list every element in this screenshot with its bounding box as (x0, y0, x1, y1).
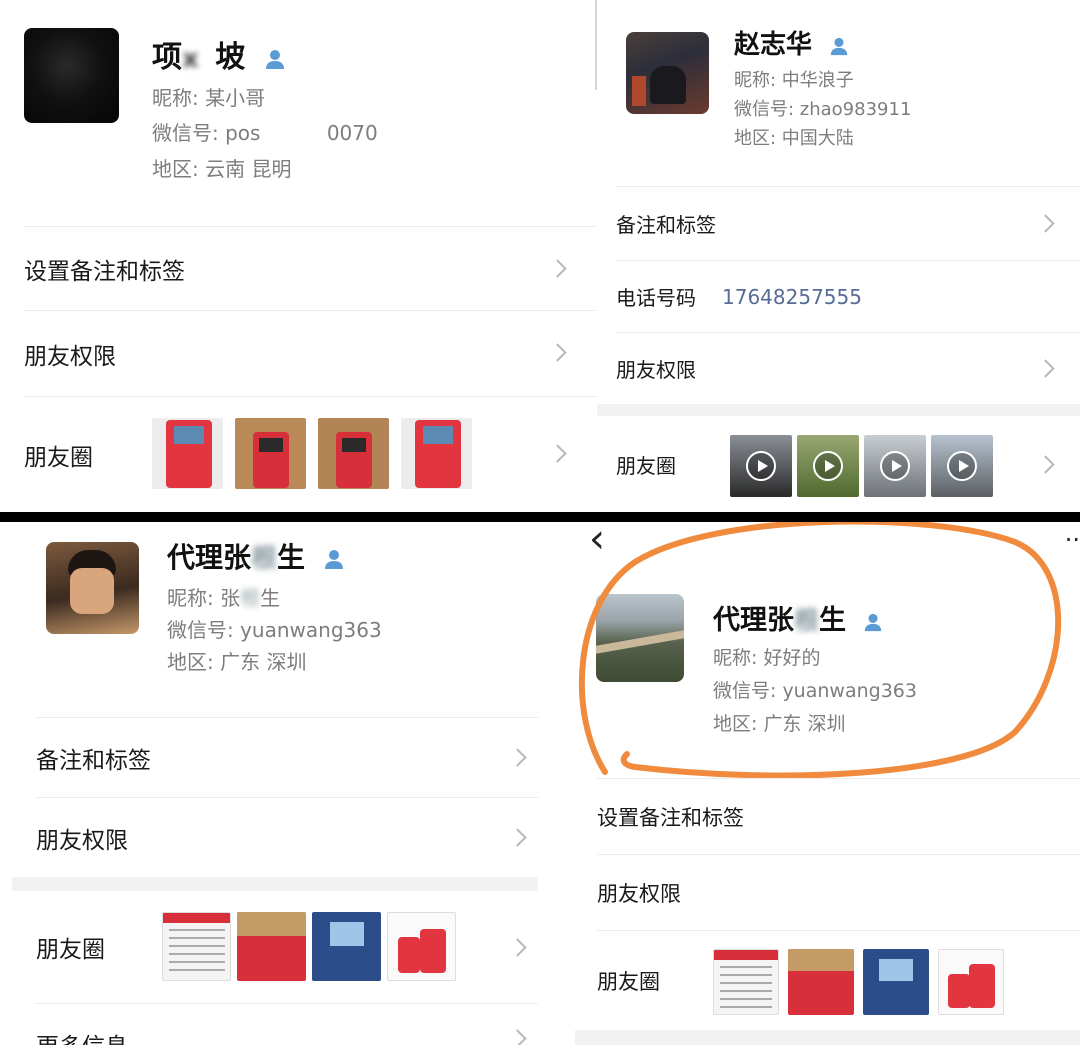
moments-video[interactable] (730, 435, 792, 497)
contact-card-bottom-left: 代理张根生 昵称: 张根生 微信号: yuanwang363 地区: 广东 深圳… (0, 522, 575, 1045)
contact-card-bottom-right: ‹ ·· 代理张根生 昵称: 好好的 微信号: yuanwang363 地区: … (575, 522, 1080, 1045)
moments-photo[interactable] (713, 949, 779, 1015)
contact-card-top-left: 项x 坡 昵称: 某小哥 微信号: pos 0070 地区: 云南 昆明 设置备… (0, 0, 596, 512)
moments-photo[interactable] (235, 418, 306, 489)
play-icon (880, 451, 910, 481)
moments-photo[interactable] (312, 912, 381, 981)
moments-photo[interactable] (387, 912, 456, 981)
nickname: 昵称: 张根生 (167, 586, 281, 610)
moments-thumbnails[interactable] (730, 435, 993, 497)
avatar[interactable] (24, 28, 119, 123)
wechat-id: 微信号: yuanwang363 (167, 618, 382, 642)
moments-photo[interactable] (237, 912, 306, 981)
phone-row[interactable]: 电话号码 17648257555 (616, 260, 1080, 332)
friend-permissions-row[interactable]: 朋友权限 (36, 797, 538, 877)
contact-card-top-right: 赵志华 昵称: 中华浪子 微信号: zhao983911 地区: 中国大陆 备注… (597, 0, 1080, 512)
remark-tags-row[interactable]: 备注和标签 (616, 186, 1080, 260)
chevron-right-icon (1036, 455, 1055, 474)
highlight-circle (578, 522, 1062, 779)
wechat-id: 微信号: pos 0070 (152, 121, 378, 145)
chevron-right-icon (548, 259, 567, 278)
moments-thumbnails[interactable] (152, 418, 472, 489)
more-info-row[interactable]: 更多信息 (36, 1003, 538, 1045)
moments-photo[interactable] (152, 418, 223, 489)
moments-video[interactable] (864, 435, 926, 497)
play-icon (746, 451, 776, 481)
region: 地区: 中国大陆 (734, 128, 854, 149)
verified-person-icon (324, 550, 343, 569)
moments-thumbnails[interactable] (162, 912, 456, 981)
chevron-right-icon (1036, 359, 1055, 378)
settings-remark-tags-row[interactable]: 设置备注和标签 (24, 226, 596, 310)
friend-permissions-row[interactable]: 朋友权限 (597, 854, 1080, 930)
moments-video[interactable] (797, 435, 859, 497)
section-gap (575, 1030, 1080, 1045)
wechat-id: 微信号: zhao983911 (734, 99, 912, 120)
nickname: 昵称: 某小哥 (152, 86, 266, 110)
verified-person-icon (265, 49, 284, 69)
chevron-right-icon (548, 444, 567, 463)
section-gap (597, 404, 1080, 416)
settings-remark-tags-row[interactable]: 设置备注和标签 (597, 778, 1080, 854)
remark-tags-row[interactable]: 备注和标签 (36, 717, 538, 797)
nickname: 昵称: 中华浪子 (734, 70, 854, 91)
moments-video[interactable] (931, 435, 993, 497)
chevron-right-icon (508, 748, 527, 767)
verified-person-icon (830, 37, 848, 55)
contact-name: 项x 坡 (152, 32, 286, 76)
avatar[interactable] (626, 32, 709, 114)
phone-number-link[interactable]: 17648257555 (722, 285, 862, 309)
play-icon (813, 451, 843, 481)
friend-permissions-row[interactable]: 朋友权限 (24, 310, 596, 396)
moments-thumbnails[interactable] (713, 949, 1004, 1015)
image-separator (0, 512, 1080, 522)
section-gap (12, 877, 538, 891)
play-icon (947, 451, 977, 481)
moments-photo[interactable] (863, 949, 929, 1015)
moments-photo[interactable] (162, 912, 231, 981)
chevron-right-icon (508, 1029, 527, 1045)
region: 地区: 云南 昆明 (152, 157, 292, 181)
chevron-right-icon (1036, 214, 1055, 233)
moments-photo[interactable] (401, 418, 472, 489)
chevron-right-icon (508, 828, 527, 847)
contact-name: 赵志华 (734, 24, 849, 61)
region: 地区: 广东 深圳 (167, 650, 307, 674)
friend-permissions-row[interactable]: 朋友权限 (616, 332, 1080, 404)
moments-photo[interactable] (318, 418, 389, 489)
moments-photo[interactable] (788, 949, 854, 1015)
avatar[interactable] (46, 542, 139, 634)
moments-photo[interactable] (938, 949, 1004, 1015)
contact-name: 代理张根生 (167, 536, 345, 576)
chevron-right-icon (548, 343, 567, 362)
chevron-right-icon (508, 938, 527, 957)
